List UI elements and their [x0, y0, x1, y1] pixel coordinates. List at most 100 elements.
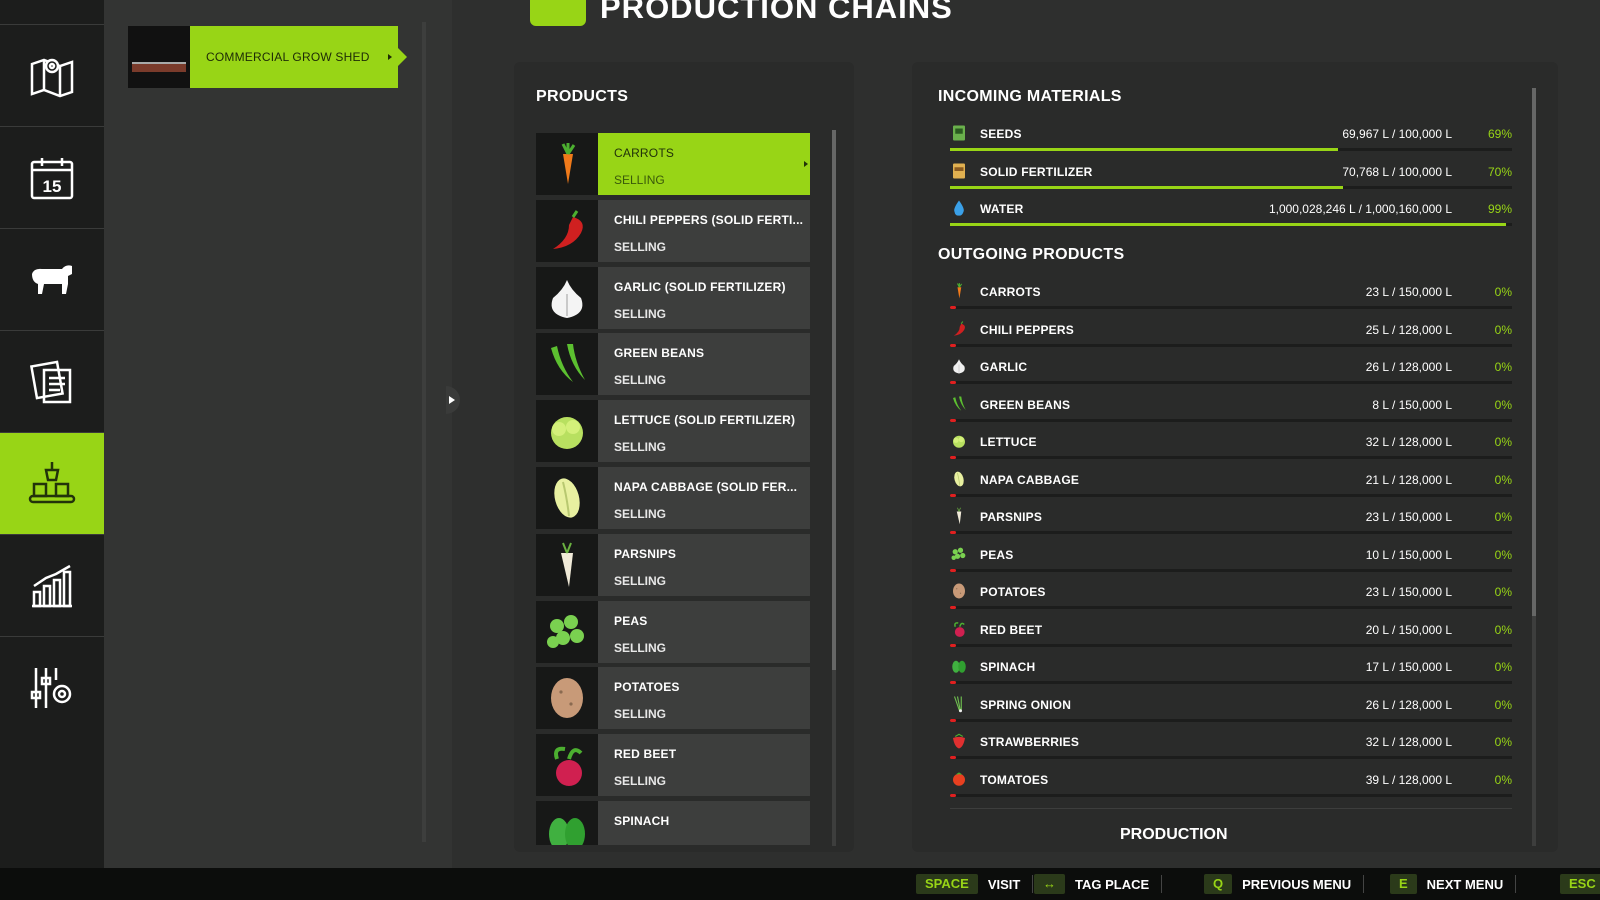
nav-calendar[interactable]: 15 [0, 126, 104, 228]
outgoing-row: STRAWBERRIES 32 L / 128,000 L 0% [950, 730, 1512, 762]
hint-visit[interactable]: SPACE VISIT [916, 874, 1034, 894]
places-scrollbar[interactable] [422, 22, 426, 842]
product-status: SELLING [614, 173, 665, 187]
collapse-toggle[interactable] [446, 386, 460, 414]
material-percent: 69% [1487, 127, 1512, 141]
fill-level [950, 343, 956, 347]
animals-icon [32, 264, 72, 294]
materials-scroll-thumb[interactable] [1532, 88, 1536, 616]
nav-statistics[interactable] [0, 534, 104, 636]
incoming-row: SOLID FERTILIZER 70,768 L / 100,000 L 70… [950, 160, 1512, 192]
material-percent: 0% [1494, 660, 1512, 674]
product-status: SELLING [614, 440, 667, 455]
product-status: SELLING [614, 306, 667, 321]
product-item[interactable]: POTATOES SELLING [536, 667, 810, 730]
products-scrollbar[interactable] [832, 130, 836, 846]
action-label: NEXT MENU [1426, 876, 1504, 892]
nav-production-chains[interactable] [0, 432, 113, 534]
key-label: ↔ [1034, 874, 1065, 894]
spring-onion-icon [953, 695, 962, 712]
action-label: VISIT [987, 876, 1021, 892]
material-name: GARLIC [980, 360, 1028, 374]
outgoing-row: PARSNIPS 23 L / 150,000 L 0% [950, 505, 1512, 537]
product-item[interactable]: GARLIC (SOLID FERTILIZER) SELLING [536, 266, 810, 329]
lettuce-icon [551, 417, 583, 450]
material-amount: 69,967 L / 100,000 L [1342, 127, 1452, 141]
fill-level [950, 223, 1507, 226]
material-name: SPINACH [980, 660, 1036, 674]
product-item[interactable]: GREEN BEANS SELLING [536, 333, 810, 396]
outgoing-row: SPRING ONION 26 L / 128,000 L 0% [950, 693, 1512, 725]
fill-level-bar [950, 343, 1512, 347]
material-percent: 70% [1487, 164, 1512, 179]
chili-icon [953, 320, 965, 336]
material-name: STRAWBERRIES [980, 735, 1080, 749]
lettuce-icon [953, 435, 965, 448]
hint-back[interactable]: ESC BACK [1560, 874, 1600, 894]
fill-level [950, 793, 956, 797]
place-commercial-grow-shed[interactable]: COMMERCIAL GROW SHED [128, 26, 407, 88]
product-thumbnail [536, 400, 598, 463]
material-name: POTATOES [980, 585, 1046, 599]
outgoing-row: POTATOES 23 L / 150,000 L 0% [950, 580, 1512, 612]
napa-cabbage-icon [954, 471, 964, 486]
fill-level [950, 493, 956, 497]
header-production-icon [530, 0, 586, 26]
nav-map[interactable] [0, 24, 104, 126]
nav-animals[interactable] [0, 228, 104, 330]
outgoing-row: CARROTS 23 L / 150,000 L 0% [950, 280, 1512, 312]
material-amount: 17 L / 150,000 L [1365, 660, 1452, 674]
product-status: SELLING [614, 640, 667, 655]
product-name: GREEN BEANS [614, 346, 705, 361]
products-scroll-thumb[interactable] [832, 130, 836, 670]
material-amount: 21 L / 128,000 L [1365, 472, 1452, 487]
material-percent: 0% [1494, 397, 1512, 412]
material-name: CHILI PEPPERS [980, 322, 1074, 337]
key-label: ESC [1560, 874, 1600, 894]
product-item[interactable]: NAPA CABBAGE (SOLID FER... SELLING [536, 466, 810, 529]
product-item[interactable]: SPINACH [536, 800, 810, 845]
material-name: TOMATOES [980, 772, 1049, 787]
product-item[interactable]: CHILI PEPPERS (SOLID FERTI... SELLING [536, 199, 810, 262]
nav-contracts[interactable] [0, 330, 104, 432]
material-name: GREEN BEANS [980, 397, 1071, 412]
fill-level-bar [950, 418, 1512, 422]
hint-next-menu[interactable]: E NEXT MENU [1390, 874, 1517, 894]
hint-previous-menu[interactable]: Q PREVIOUS MENU [1204, 874, 1365, 894]
material-name: RED BEET [980, 622, 1043, 637]
fill-level [950, 531, 956, 534]
carrot-icon [561, 143, 576, 184]
material-percent: 0% [1494, 547, 1512, 562]
fill-level-bar [950, 306, 1512, 309]
material-name: SEEDS [980, 127, 1022, 141]
fill-level-bar [950, 606, 1512, 609]
materials-scrollbar[interactable] [1532, 88, 1536, 846]
product-list: CARROTS SELLING CHILI PEPPERS (SOLID FER… [536, 133, 810, 845]
green-beans-icon [551, 344, 585, 383]
product-item[interactable]: PEAS SELLING [536, 600, 810, 663]
product-name: POTATOES [614, 680, 680, 695]
product-item[interactable]: RED BEET SELLING [536, 734, 810, 797]
product-thumbnail [536, 266, 598, 329]
product-thumbnail [536, 600, 598, 663]
product-item[interactable]: LETTUCE (SOLID FERTILIZER) SELLING [536, 400, 810, 463]
hint-tag-place[interactable]: ↔ TAG PLACE [1034, 874, 1163, 894]
fill-level-bar [950, 568, 1512, 572]
material-percent: 0% [1494, 472, 1512, 487]
product-item[interactable]: PARSNIPS SELLING [536, 533, 810, 596]
outgoing-row: NAPA CABBAGE 21 L / 128,000 L 0% [950, 468, 1512, 500]
key-label: E [1390, 874, 1417, 894]
strawberry-icon [953, 733, 965, 749]
product-name: SPINACH [614, 813, 670, 828]
nav-settings[interactable] [0, 636, 104, 738]
settings-icon [30, 667, 72, 708]
outgoing-row: LETTUCE 32 L / 128,000 L 0% [950, 430, 1512, 462]
material-percent: 0% [1494, 322, 1512, 337]
material-amount: 23 L / 150,000 L [1365, 285, 1452, 299]
potato-icon [551, 678, 583, 719]
action-label: TAG PLACE [1075, 876, 1150, 892]
material-amount: 26 L / 128,000 L [1365, 697, 1452, 712]
product-item[interactable]: CARROTS SELLING [536, 133, 810, 195]
garlic-icon [551, 279, 583, 318]
material-amount: 23 L / 150,000 L [1365, 510, 1452, 524]
